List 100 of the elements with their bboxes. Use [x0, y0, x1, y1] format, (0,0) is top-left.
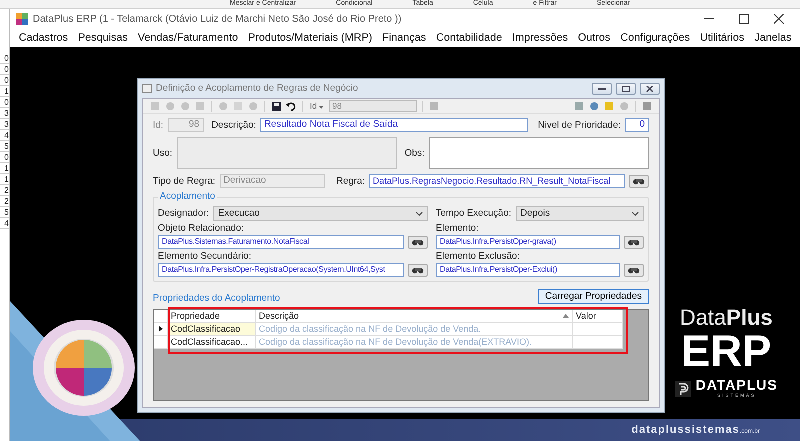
- company-name: DATAPLUS: [696, 378, 778, 393]
- element-field[interactable]: DataPlus.Infra.PersistOper-RegistraOperacao(System.UInt64,Syst: [158, 263, 404, 277]
- save-button[interactable]: [270, 100, 282, 112]
- menu-item[interactable]: Produtos/Materiais (MRP): [243, 29, 378, 47]
- execution-time-dropdown[interactable]: Depois: [516, 206, 644, 221]
- window-title: DataPlus ERP (1 - Telamarck (Otávio Luiz de Marchi Neto São José do Rio Preto )): [33, 14, 403, 24]
- field-label: Uso:: [153, 148, 173, 158]
- find-button[interactable]: [624, 236, 644, 248]
- menu-item[interactable]: Utilitários: [695, 29, 750, 47]
- circle-icon: [166, 102, 174, 110]
- minimize-button[interactable]: [592, 82, 612, 94]
- square-icon: [150, 102, 160, 110]
- id-combo[interactable]: Id: [308, 101, 326, 111]
- find-button[interactable]: [629, 174, 649, 188]
- toolbar-button[interactable]: [588, 100, 600, 112]
- menu-item[interactable]: Impressões: [507, 29, 574, 47]
- menu-item[interactable]: Pesquisas: [73, 29, 134, 47]
- circle-icon: [180, 102, 190, 110]
- spreadsheet-cell: 0: [0, 97, 9, 108]
- menu-item[interactable]: Cadastros: [14, 29, 74, 47]
- minimize-icon: [598, 86, 606, 90]
- toolbar-button[interactable]: [618, 100, 630, 112]
- product-name: ERP: [681, 330, 772, 374]
- toolbar-button[interactable]: [247, 100, 259, 112]
- caret-icon: [319, 106, 324, 109]
- spreadsheet-cell: 1: [0, 174, 9, 185]
- spreadsheet-cell: 1: [0, 163, 9, 174]
- spreadsheet-cell: 5: [0, 207, 9, 218]
- close-icon: [646, 86, 654, 92]
- binoculars-icon: [412, 266, 424, 274]
- menu-item[interactable]: Finanças: [378, 29, 432, 47]
- app-logo-icon: [16, 13, 28, 25]
- notes-textarea[interactable]: [428, 137, 650, 169]
- designator-dropdown[interactable]: Execucao: [213, 206, 428, 221]
- brand-name: DataPlus: [680, 306, 773, 330]
- undo-button[interactable]: [285, 100, 297, 112]
- find-button[interactable]: [408, 264, 428, 276]
- chevron-icon: [632, 212, 639, 216]
- field-label: Descrição:: [212, 120, 256, 130]
- binoculars-icon: [412, 238, 424, 246]
- field-label: Elemento Exclusão:: [436, 251, 521, 262]
- element-field[interactable]: DataPlus.Infra.PersistOper-Exclui(): [436, 263, 620, 277]
- toolbar-button[interactable]: [603, 100, 615, 112]
- find-button[interactable]: [624, 264, 644, 276]
- find-button[interactable]: [408, 236, 428, 248]
- element-field[interactable]: DataPlus.Sistemas.Faturamento.NotaFiscal: [158, 235, 404, 249]
- menu-item[interactable]: Janelas: [750, 29, 797, 47]
- menu-item[interactable]: Contabilidade: [431, 29, 508, 47]
- dialog-title: Definição e Acoplamento de Regras de Negócio: [156, 83, 360, 94]
- spreadsheet-cell: 4: [0, 218, 9, 229]
- field-label: Tipo de Regra:: [153, 176, 216, 186]
- field-label: Elemento:: [436, 223, 480, 234]
- field-label: Elemento Secundário:: [158, 251, 252, 262]
- menu-item[interactable]: Vendas/Faturamento: [133, 29, 244, 47]
- spreadsheet-cell: 0: [0, 64, 9, 75]
- description-field[interactable]: Resultado Nota Fiscal de Saída: [260, 118, 528, 132]
- spreadsheet-cell: 3: [0, 108, 9, 119]
- table-cell: Codigo da classificação na NF de Devolução de Venda(EXTRAVIO).: [256, 336, 573, 349]
- spreadsheet-cell: 4: [0, 130, 9, 141]
- toolbar-button[interactable]: [164, 100, 176, 112]
- group-title: Acoplamento: [158, 191, 218, 202]
- restore-button[interactable]: [616, 82, 636, 94]
- toolbar-button[interactable]: [194, 100, 206, 112]
- field-label: Id:: [153, 120, 164, 130]
- company-logo-icon: [674, 380, 691, 396]
- undo-icon: [286, 102, 296, 110]
- spreadsheet-cell: 2: [0, 196, 9, 207]
- spreadsheet-cell: 5: [0, 141, 9, 152]
- toolbar-button[interactable]: [573, 100, 585, 112]
- toolbar-button[interactable]: [232, 100, 244, 112]
- toolbar-button[interactable]: [641, 100, 653, 112]
- spreadsheet-cell: 1: [0, 86, 9, 97]
- field-label: Objeto Relacionado:: [158, 223, 246, 234]
- toolbar-button[interactable]: [149, 100, 161, 112]
- field-label: Tempo Execução:: [436, 208, 512, 219]
- menu-item[interactable]: Outros: [573, 29, 616, 47]
- restore-icon: [622, 86, 630, 92]
- field-label: Nivel de Prioridade:: [538, 120, 621, 130]
- field-label: Regra:: [336, 176, 366, 186]
- row-pointer-icon: [158, 326, 162, 332]
- toolbar-button[interactable]: [179, 100, 191, 112]
- square-icon: [196, 102, 204, 110]
- element-field[interactable]: DataPlus.Infra.PersistOper-grava(): [436, 235, 620, 249]
- field-label: Obs:: [404, 148, 425, 158]
- table-cell: CodClassificacao...: [168, 336, 256, 349]
- toolbar-button[interactable]: [428, 100, 440, 112]
- toolbar-button[interactable]: [217, 100, 229, 112]
- table-cell: CodClassificacao: [168, 323, 256, 336]
- maximize-icon: [739, 14, 749, 24]
- spreadsheet-cell: 2: [0, 185, 9, 196]
- spreadsheet-cell: 3: [0, 119, 9, 130]
- section-title: Propriedades do Acoplamento: [153, 293, 280, 304]
- menu-item[interactable]: Configurações: [616, 29, 696, 47]
- close-icon: [774, 14, 784, 24]
- close-button[interactable]: [640, 82, 660, 94]
- priority-field[interactable]: 0: [625, 118, 649, 132]
- load-properties-button[interactable]: Carregar Propriedades: [538, 289, 649, 304]
- rule-field[interactable]: DataPlus.RegrasNegocio.Resultado.RN_Result_NotaFiscal: [369, 174, 625, 188]
- binoculars-icon: [628, 238, 640, 246]
- field-label: Designador:: [158, 208, 210, 219]
